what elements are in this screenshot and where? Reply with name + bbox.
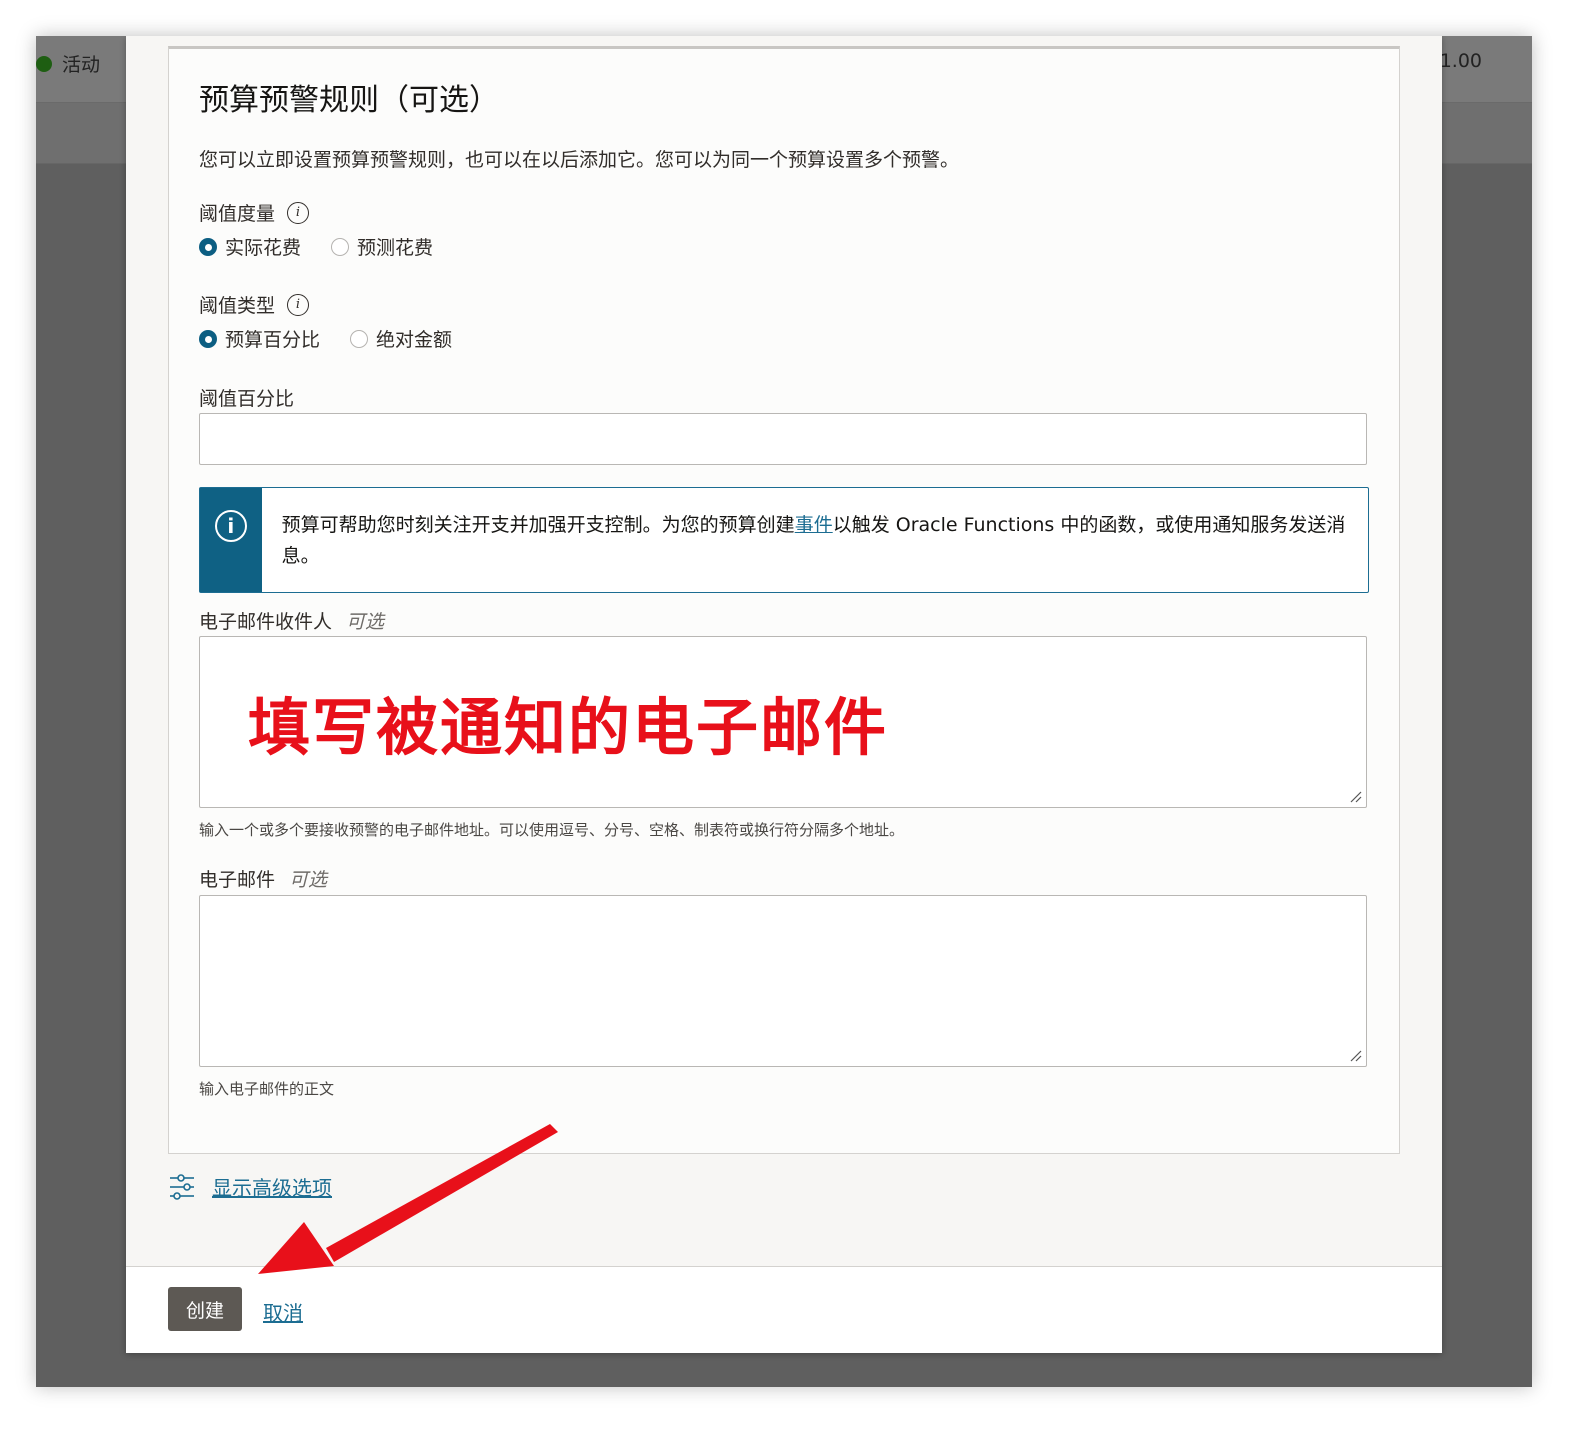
- cancel-link[interactable]: 取消: [263, 1297, 303, 1326]
- email-recipients-optional: 可选: [346, 611, 385, 633]
- radio-budget-percentage[interactable]: 预算百分比: [199, 325, 320, 352]
- threshold-metric-radio-group: 实际花费 预测花费: [199, 233, 463, 260]
- advanced-options: 显示高级选项: [168, 1172, 332, 1201]
- threshold-metric-info-icon[interactable]: i: [287, 201, 310, 224]
- red-annotation: 填写被通知的电子邮件: [248, 691, 889, 764]
- email-body-optional: 可选: [289, 869, 328, 891]
- radio-unchecked-icon[interactable]: [331, 237, 350, 256]
- threshold-type-info-icon[interactable]: i: [287, 293, 310, 316]
- radio-actual-spend[interactable]: 实际花费: [199, 233, 301, 260]
- radio-forecast-spend[interactable]: 预测花费: [331, 233, 433, 260]
- threshold-metric-label: 阈值度量 i: [199, 199, 310, 226]
- section-intro: 您可以立即设置预算预警规则，也可以在以后添加它。您可以为同一个预算设置多个预警。: [199, 149, 960, 171]
- background-amount: 1.00: [1439, 50, 1482, 72]
- radio-absolute-amount-label: 绝对金额: [376, 329, 453, 351]
- email-recipients-help: 输入一个或多个要接收预警的电子邮件地址。可以使用逗号、分号、空格、制表符或换行符…: [199, 821, 905, 839]
- radio-checked-icon[interactable]: [199, 329, 217, 348]
- email-recipients-textarea[interactable]: 填写被通知的电子邮件: [199, 636, 1367, 808]
- info-bar: i: [200, 488, 262, 592]
- background-status-label: 活动: [62, 54, 101, 76]
- threshold-type-label: 阈值类型 i: [199, 291, 310, 318]
- radio-absolute-amount[interactable]: 绝对金额: [350, 325, 452, 352]
- status-dot-icon: [36, 55, 52, 72]
- info-icon: i: [214, 510, 247, 542]
- create-budget-dialog: 预算预警规则（可选） 您可以立即设置预算预警规则，也可以在以后添加它。您可以为同…: [126, 36, 1442, 1353]
- email-recipients-label: 电子邮件收件人 可选: [199, 607, 384, 634]
- section-title: 预算预警规则（可选）: [199, 83, 499, 118]
- resize-grip-icon[interactable]: [1350, 791, 1362, 803]
- app-screen: 活动 1.00 预算预警规则（可选） 您可以立即设置预算预警规则，也可以在以后添…: [36, 36, 1532, 1387]
- threshold-percent-label-text: 阈值百分比: [199, 388, 295, 410]
- show-advanced-options-link[interactable]: 显示高级选项: [212, 1172, 332, 1201]
- radio-actual-spend-label: 实际花费: [225, 237, 302, 259]
- events-link[interactable]: 事件: [795, 514, 833, 536]
- email-body-label: 电子邮件 可选: [199, 865, 327, 892]
- threshold-percent-label: 阈值百分比: [199, 384, 294, 411]
- email-body-textarea[interactable]: [199, 895, 1367, 1067]
- resize-grip-icon[interactable]: [1350, 1050, 1362, 1062]
- email-body-label-text: 电子邮件: [199, 869, 276, 891]
- threshold-type-label-text: 阈值类型: [199, 295, 276, 317]
- radio-forecast-spend-label: 预测花费: [357, 237, 434, 259]
- email-body-help: 输入电子邮件的正文: [199, 1080, 335, 1098]
- threshold-percent-input[interactable]: [199, 413, 1367, 465]
- radio-checked-icon[interactable]: [199, 237, 217, 256]
- dialog-footer: 创建 取消: [126, 1266, 1442, 1353]
- info-message: 预算可帮助您时刻关注开支并加强开支控制。为您的预算创建事件以触发 Oracle …: [262, 488, 1368, 592]
- create-button[interactable]: 创建: [168, 1287, 242, 1331]
- alert-rule-panel: 预算预警规则（可选） 您可以立即设置预算预警规则，也可以在以后添加它。您可以为同…: [168, 46, 1400, 1154]
- threshold-metric-label-text: 阈值度量: [199, 203, 276, 225]
- sliders-icon[interactable]: [168, 1173, 196, 1201]
- radio-budget-percentage-label: 预算百分比: [225, 329, 321, 351]
- radio-unchecked-icon[interactable]: [350, 329, 369, 348]
- info-message-box: i 预算可帮助您时刻关注开支并加强开支控制。为您的预算创建事件以触发 Oracl…: [199, 487, 1369, 593]
- info-text-before: 预算可帮助您时刻关注开支并加强开支控制。为您的预算创建: [281, 514, 795, 536]
- background-status: 活动: [36, 50, 100, 77]
- threshold-type-radio-group: 预算百分比 绝对金额: [199, 325, 482, 352]
- email-recipients-label-text: 电子邮件收件人: [199, 611, 333, 633]
